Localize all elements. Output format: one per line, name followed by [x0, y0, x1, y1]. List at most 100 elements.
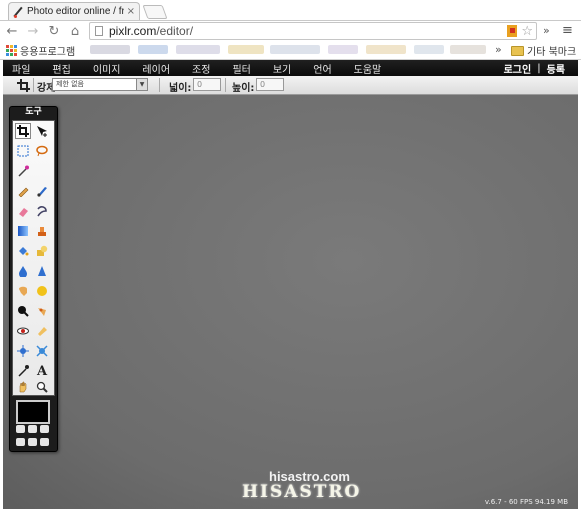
menu-layer[interactable]: 레이어: [142, 61, 170, 76]
spot-heal-tool-icon[interactable]: [34, 323, 50, 339]
sharpen-tool-icon[interactable]: [34, 263, 50, 279]
lasso-tool-icon[interactable]: [34, 143, 50, 159]
bookmarks-bar: 응용프로그램 » 기타 북마크: [0, 41, 581, 60]
tool-options-bar: 강제: 제한 없음 ▼ 넓이: 0 높이: 0: [3, 76, 578, 95]
bloat-tool-icon[interactable]: [15, 343, 31, 359]
menu-adjust[interactable]: 조정: [192, 61, 210, 76]
type-tool-icon[interactable]: A: [34, 363, 50, 379]
width-input[interactable]: 0: [193, 78, 221, 91]
blurred-bookmark[interactable]: [366, 45, 406, 54]
status-readout: v.6.7 - 60 FPS 94.19 MB: [484, 498, 568, 506]
tool-grid: A: [12, 120, 55, 396]
extensions-chevron-icon[interactable]: »: [543, 24, 550, 37]
width-label: 넓이:: [169, 83, 192, 94]
register-link[interactable]: 등록: [547, 61, 565, 76]
crop-icon: [17, 79, 30, 92]
brush-tool-icon[interactable]: [34, 183, 50, 199]
watermark-logo: HISASTRO: [242, 482, 362, 502]
zoom-tool-icon[interactable]: [34, 379, 50, 395]
menu-help[interactable]: 도움말: [354, 61, 382, 76]
toolbox-option-button[interactable]: [16, 437, 25, 446]
bookmarks-overflow-chevron-icon[interactable]: »: [495, 43, 502, 56]
blurred-bookmark[interactable]: [228, 45, 264, 54]
blurred-bookmark[interactable]: [414, 45, 444, 54]
color-picker-tool-icon[interactable]: [15, 363, 31, 379]
constraint-value: 제한 없음: [56, 80, 84, 88]
blurred-bookmark[interactable]: [90, 45, 130, 54]
menu-language[interactable]: 언어: [313, 61, 331, 76]
menu-image[interactable]: 이미지: [93, 61, 121, 76]
toolbox-title: 도구: [25, 107, 42, 117]
apps-grid-icon[interactable]: [6, 45, 17, 56]
new-tab-button[interactable]: [142, 5, 168, 19]
options-divider: [33, 78, 34, 92]
blur-tool-icon[interactable]: [15, 263, 31, 279]
pixlr-favicon-icon: [13, 7, 23, 18]
other-bookmarks-folder[interactable]: 기타 북마크: [511, 43, 576, 58]
menu-edit[interactable]: 편집: [52, 61, 70, 76]
constraint-select[interactable]: 제한 없음 ▼: [52, 78, 148, 91]
menu-file[interactable]: 파일: [12, 61, 30, 76]
crop-tool-icon[interactable]: [15, 123, 31, 139]
height-label: 높이:: [232, 83, 255, 94]
pinch-tool-icon[interactable]: [34, 343, 50, 359]
blurred-bookmark[interactable]: [270, 45, 320, 54]
toolbox-option-button[interactable]: [40, 425, 49, 433]
extension-bookmark-icon[interactable]: [507, 25, 518, 37]
folder-icon: [511, 45, 524, 56]
account-links: 로그인 | 등록: [504, 61, 565, 76]
reload-button[interactable]: ↻: [45, 22, 63, 40]
move-tool-icon[interactable]: [34, 123, 50, 139]
url-text[interactable]: pixlr.com/editor/: [109, 24, 507, 38]
sponge-tool-icon[interactable]: [34, 283, 50, 299]
address-bar[interactable]: pixlr.com/editor/ ☆: [89, 22, 537, 40]
shape-tool-icon[interactable]: [34, 243, 50, 259]
toolbox-options-grid[interactable]: [16, 425, 52, 447]
browser-tab[interactable]: Photo editor online / free ×: [8, 2, 140, 20]
navigation-bar: ← → ↻ ⌂ pixlr.com/editor/ ☆ » ≡: [0, 21, 581, 41]
gradient-tool-icon[interactable]: [15, 223, 31, 239]
toolbox-option-button[interactable]: [28, 425, 37, 433]
blurred-bookmark[interactable]: [138, 45, 168, 54]
forward-button[interactable]: →: [24, 22, 42, 40]
stamp-tool-icon[interactable]: [34, 223, 50, 239]
blurred-bookmark[interactable]: [176, 45, 220, 54]
height-input[interactable]: 0: [256, 78, 284, 91]
home-button[interactable]: ⌂: [66, 22, 84, 40]
foreground-color-swatch[interactable]: [16, 400, 50, 424]
tab-title: Photo editor online / free: [27, 6, 124, 17]
toolbox-option-button[interactable]: [28, 437, 37, 446]
bookmark-apps[interactable]: 응용프로그램: [20, 43, 75, 58]
smudge-tool-icon[interactable]: [15, 283, 31, 299]
marquee-tool-icon[interactable]: [15, 143, 31, 159]
tab-strip: Photo editor online / free ×: [0, 0, 581, 21]
toolbox-option-button[interactable]: [40, 437, 49, 446]
burn-tool-icon[interactable]: [15, 303, 31, 319]
toolbox-panel[interactable]: 도구 A: [9, 106, 58, 452]
options-divider: [225, 78, 226, 92]
chevron-down-icon[interactable]: ▼: [136, 79, 147, 90]
app-menubar: 파일 편집 이미지 레이어 조정 필터 보기 언어 도움말 로그인 | 등록: [3, 60, 578, 76]
back-button[interactable]: ←: [3, 22, 21, 40]
toolbox-option-button[interactable]: [16, 425, 25, 433]
eraser-tool-icon[interactable]: [15, 203, 31, 219]
replace-color-tool-icon[interactable]: [34, 203, 50, 219]
pixlr-editor: 파일 편집 이미지 레이어 조정 필터 보기 언어 도움말 로그인 | 등록 강…: [3, 60, 578, 509]
menu-view[interactable]: 보기: [273, 61, 291, 76]
wand-tool-icon[interactable]: [15, 163, 31, 179]
blurred-bookmark[interactable]: [328, 45, 358, 54]
browser-menu-icon[interactable]: ≡: [562, 23, 573, 38]
login-link[interactable]: 로그인: [504, 61, 532, 76]
fill-tool-icon[interactable]: [15, 243, 31, 259]
bookmark-star-icon[interactable]: ☆: [521, 24, 533, 39]
menu-filter[interactable]: 필터: [232, 61, 250, 76]
options-divider: [159, 78, 160, 92]
hand-tool-icon[interactable]: [15, 379, 31, 395]
red-eye-tool-icon[interactable]: [15, 323, 31, 339]
tab-close-icon[interactable]: ×: [127, 6, 135, 17]
blurred-bookmark[interactable]: [450, 45, 486, 54]
canvas-workspace[interactable]: [3, 95, 578, 509]
other-bookmarks-label: 기타 북마크: [527, 47, 577, 58]
dodge-tool-icon[interactable]: [34, 303, 50, 319]
pencil-tool-icon[interactable]: [15, 183, 31, 199]
